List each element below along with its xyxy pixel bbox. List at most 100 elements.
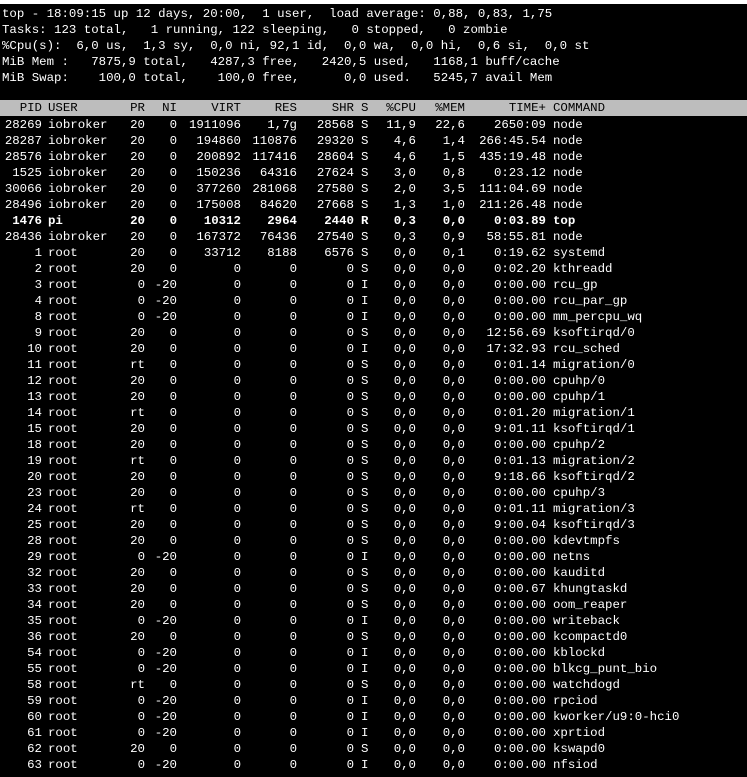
process-row: 13 root 20 0 0 0 0 S 0,0 0,0 0:00.00 cpuhp/1 bbox=[0, 389, 747, 405]
process-shr: 27580 bbox=[316, 182, 354, 196]
process-row: 28576 iobroker 20 0 200892 117416 28604 S 4,6 1,5… bbox=[0, 149, 747, 165]
process-mem: 0,0 bbox=[442, 390, 465, 404]
process-virt: 0 bbox=[233, 310, 241, 324]
process-user: root bbox=[48, 390, 78, 404]
process-res: 0 bbox=[289, 662, 297, 676]
process-s: S bbox=[361, 454, 369, 468]
process-s: I bbox=[361, 710, 369, 724]
process-ni: 0 bbox=[169, 150, 177, 164]
process-s: S bbox=[361, 742, 369, 756]
process-pr: 20 bbox=[130, 438, 145, 452]
process-cmd: node bbox=[553, 182, 583, 196]
process-pr: 20 bbox=[130, 486, 145, 500]
process-row: 34 root 20 0 0 0 0 S 0,0 0,0 0:00.00 oom_reaper bbox=[0, 597, 747, 613]
process-cpu: 0,0 bbox=[393, 262, 416, 276]
process-pid: 2 bbox=[34, 262, 42, 276]
process-s: S bbox=[361, 326, 369, 340]
process-virt: 0 bbox=[233, 326, 241, 340]
process-shr: 0 bbox=[346, 390, 354, 404]
process-user: root bbox=[48, 646, 78, 660]
process-s: I bbox=[361, 614, 369, 628]
process-row: 14 root rt 0 0 0 0 S 0,0 0,0 0:01.20 migration/1 bbox=[0, 405, 747, 421]
process-ni: -20 bbox=[154, 294, 177, 308]
window-top-edge bbox=[0, 0, 747, 4]
process-user: root bbox=[48, 662, 78, 676]
process-res: 76436 bbox=[259, 230, 297, 244]
process-cmd: node bbox=[553, 230, 583, 244]
process-s: S bbox=[361, 470, 369, 484]
process-pid: 24 bbox=[27, 502, 42, 516]
process-user: root bbox=[48, 310, 78, 324]
process-res: 0 bbox=[289, 470, 297, 484]
process-cmd: migration/1 bbox=[553, 406, 635, 420]
process-s: S bbox=[361, 566, 369, 580]
process-time: 435:19.48 bbox=[479, 150, 546, 164]
process-cmd: migration/0 bbox=[553, 358, 635, 372]
process-pr: 20 bbox=[130, 118, 145, 132]
process-mem: 0,0 bbox=[442, 582, 465, 596]
process-cpu: 0,0 bbox=[393, 358, 416, 372]
process-cpu: 0,0 bbox=[393, 614, 416, 628]
process-mem: 0,0 bbox=[442, 646, 465, 660]
process-res: 110876 bbox=[252, 134, 297, 148]
process-pid: 11 bbox=[27, 358, 42, 372]
process-pr: 0 bbox=[137, 310, 145, 324]
process-ni: 0 bbox=[169, 406, 177, 420]
process-virt: 0 bbox=[233, 710, 241, 724]
process-user: root bbox=[48, 326, 78, 340]
process-ni: 0 bbox=[169, 246, 177, 260]
process-virt: 1911096 bbox=[188, 118, 241, 132]
process-pid: 59 bbox=[27, 694, 42, 708]
process-time: 0:00.00 bbox=[493, 614, 546, 628]
process-cmd: cpuhp/1 bbox=[553, 390, 606, 404]
process-cmd: top bbox=[553, 214, 576, 228]
process-mem: 0,0 bbox=[442, 214, 465, 228]
process-virt: 0 bbox=[233, 598, 241, 612]
process-res: 0 bbox=[289, 454, 297, 468]
summary-tasks-line: Tasks: 123 total, 1 running, 122 sleepin… bbox=[2, 23, 508, 37]
process-s: S bbox=[361, 438, 369, 452]
process-user: root bbox=[48, 518, 78, 532]
process-virt: 0 bbox=[233, 534, 241, 548]
process-user: iobroker bbox=[48, 134, 108, 148]
process-ni: 0 bbox=[169, 358, 177, 372]
process-pid: 1 bbox=[34, 246, 42, 260]
process-mem: 0,0 bbox=[442, 534, 465, 548]
process-row: 1525 iobroker 20 0 150236 64316 27624 S 3,0 0,8 0:… bbox=[0, 165, 747, 181]
process-mem: 0,0 bbox=[442, 502, 465, 516]
process-pid: 33 bbox=[27, 582, 42, 596]
process-user: pi bbox=[48, 214, 63, 228]
process-user: root bbox=[48, 470, 78, 484]
process-cmd: node bbox=[553, 198, 583, 212]
process-time: 0:00.00 bbox=[493, 294, 546, 308]
process-res: 0 bbox=[289, 726, 297, 740]
process-row: 18 root 20 0 0 0 0 S 0,0 0,0 0:00.00 cpuhp/2 bbox=[0, 437, 747, 453]
process-ni: -20 bbox=[154, 550, 177, 564]
process-ni: 0 bbox=[169, 502, 177, 516]
process-user: root bbox=[48, 630, 78, 644]
process-mem: 0,9 bbox=[442, 230, 465, 244]
process-user: root bbox=[48, 422, 78, 436]
column-header-pid: PID bbox=[19, 101, 42, 115]
process-ni: 0 bbox=[169, 438, 177, 452]
process-s: S bbox=[361, 422, 369, 436]
process-res: 0 bbox=[289, 310, 297, 324]
process-table-header: PID USER PR NI VIRT RES SHR S %CPU %MEM TIME+ COMMA… bbox=[0, 100, 747, 116]
process-cpu: 0,0 bbox=[393, 502, 416, 516]
process-time: 12:56.69 bbox=[486, 326, 547, 340]
process-time: 0:00.00 bbox=[493, 534, 546, 548]
process-pid: 9 bbox=[34, 326, 42, 340]
column-header-pr: PR bbox=[130, 101, 145, 115]
process-time: 0:01.20 bbox=[493, 406, 546, 420]
process-s: I bbox=[361, 662, 369, 676]
process-user: iobroker bbox=[48, 198, 108, 212]
process-cpu: 0,0 bbox=[393, 486, 416, 500]
process-time: 17:32.93 bbox=[486, 342, 547, 356]
process-virt: 0 bbox=[233, 742, 241, 756]
process-res: 0 bbox=[289, 358, 297, 372]
process-res: 0 bbox=[289, 278, 297, 292]
column-header-user: USER bbox=[48, 101, 78, 115]
process-mem: 0,0 bbox=[442, 742, 465, 756]
process-virt: 0 bbox=[233, 726, 241, 740]
process-cpu: 1,3 bbox=[393, 198, 416, 212]
